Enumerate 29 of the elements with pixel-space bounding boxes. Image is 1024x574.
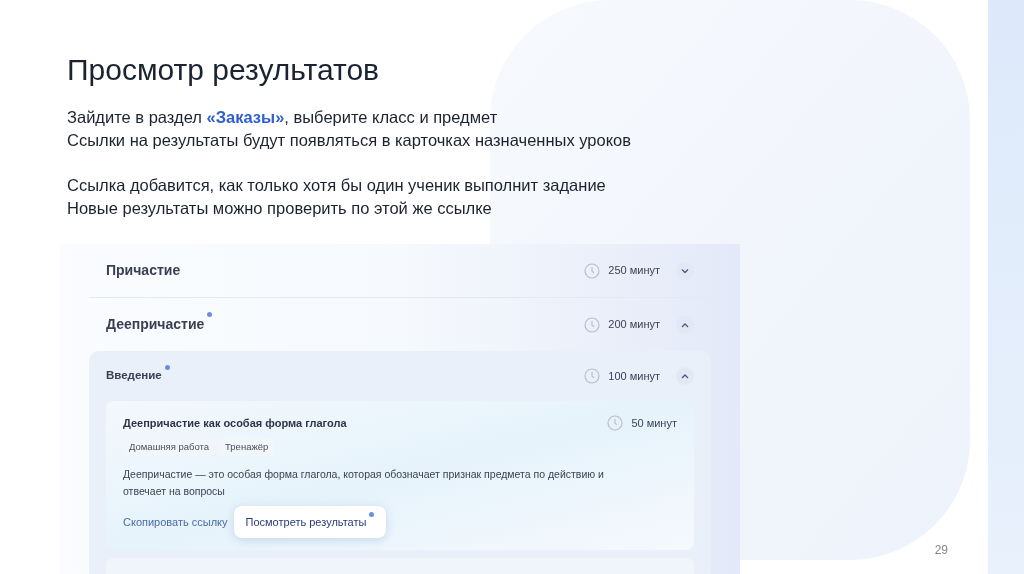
view-results-button[interactable]: Посмотреть результаты bbox=[233, 505, 387, 539]
duration-text: 200 минут bbox=[608, 317, 660, 333]
body-text-line: Зайдите в раздел «Заказы», выберите класс и предмет bbox=[67, 107, 499, 128]
clock-icon bbox=[584, 316, 601, 333]
chevron-up-icon bbox=[681, 373, 689, 379]
chevron-down-icon bbox=[681, 267, 689, 274]
section-title: Причастие bbox=[106, 261, 181, 280]
clock-icon bbox=[607, 415, 624, 432]
duration-text: 100 минут bbox=[608, 368, 660, 384]
lesson-description: Деепричастие — это особая форма глагола, которая обозначает признак предмета по действию и отвечает на вопросы bbox=[123, 466, 605, 499]
page-number: 29 bbox=[934, 542, 948, 559]
section-title: Деепричастие bbox=[106, 315, 205, 334]
chevron-toggle-button[interactable] bbox=[676, 315, 694, 334]
tag-chip: Домашняя работа bbox=[123, 437, 216, 456]
duration-text: 250 минут bbox=[608, 263, 660, 279]
tag-chip: Тренажёр bbox=[219, 437, 275, 456]
slide-title: Просмотр результатов bbox=[67, 52, 381, 88]
chevron-up-icon bbox=[681, 321, 689, 328]
lesson-title: Деепричастие как особая форма глагола bbox=[123, 416, 347, 431]
clock-icon bbox=[584, 262, 601, 279]
chevron-toggle-button[interactable] bbox=[676, 367, 694, 385]
body-text-line: Новые результаты можно проверить по этой же ссылке bbox=[67, 198, 493, 219]
subsection-title: Введение bbox=[106, 368, 162, 384]
body-text-line: Ссылка добавится, как только хотя бы один ученик выполнит задание bbox=[67, 175, 607, 196]
duration-text: 50 минут bbox=[631, 416, 677, 431]
copy-link[interactable]: Скопировать ссылку bbox=[123, 513, 228, 531]
chevron-toggle-button[interactable] bbox=[676, 261, 694, 280]
clock-icon bbox=[584, 368, 601, 384]
body-text-line: Ссылки на результаты будут появляться в карточках назначенных уроков bbox=[67, 130, 632, 151]
